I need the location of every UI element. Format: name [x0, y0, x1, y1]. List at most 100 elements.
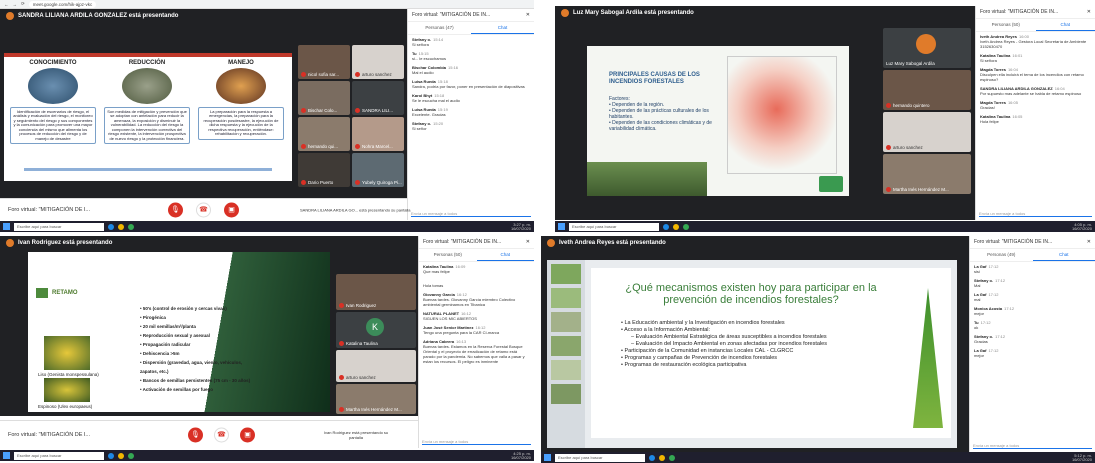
- close-icon[interactable]: ✕: [526, 239, 530, 245]
- slide-bullet: • Participación de la Comunidad en insta…: [621, 348, 901, 355]
- chat-input[interactable]: Envía un mensaje a todos: [422, 438, 531, 445]
- slide-bullet: • Programas de restauración ecológica pa…: [621, 362, 901, 369]
- taskbar-search[interactable]: Escribe aquí para buscar: [555, 453, 645, 462]
- tab-people[interactable]: Personas (50): [976, 19, 1036, 31]
- tab-chat[interactable]: Chat: [471, 22, 534, 34]
- slide-thumbnail[interactable]: [551, 384, 581, 404]
- chrome-icon[interactable]: [669, 454, 675, 461]
- folder-icon[interactable]: [673, 223, 679, 230]
- participant-tile[interactable]: Martha Inés Hernández M...: [336, 384, 416, 414]
- clock[interactable]: 3:27 p. m. 16/07/2020: [511, 222, 531, 231]
- chat-message: Stefany o. 17:12 Mal: [970, 276, 1095, 290]
- camera-toggle-button[interactable]: ▣: [240, 427, 255, 442]
- mic-toggle-button[interactable]: 🎙: [168, 202, 183, 217]
- plant-photo-2: [44, 378, 90, 402]
- back-icon[interactable]: ←: [4, 2, 9, 7]
- participant-tile[interactable]: hernando qui...: [298, 117, 350, 151]
- tab-people[interactable]: Personas (50): [419, 249, 477, 261]
- windows-start-icon[interactable]: [3, 223, 10, 230]
- meet-stage: Iveth Andrea Reyes está presentando ¿Qué…: [541, 236, 969, 452]
- mic-off-icon: [339, 375, 344, 380]
- tab-chat[interactable]: Chat: [1035, 19, 1095, 31]
- landscape-image: [28, 67, 78, 104]
- message-time: 17:12: [980, 320, 991, 325]
- tab-chat[interactable]: Chat: [1032, 249, 1095, 261]
- windows-start-icon[interactable]: [3, 452, 10, 459]
- message-time: 17:12: [988, 348, 999, 353]
- participant-tile[interactable]: arturo sanchez: [336, 350, 416, 382]
- bullet-text: Reproducción sexual y asexual: [142, 333, 210, 338]
- slide-thumbnail[interactable]: [551, 288, 581, 308]
- taskbar-search[interactable]: Escribe aquí para buscar: [14, 222, 104, 231]
- participant-tile[interactable]: Ivan Rodriguez: [336, 274, 416, 310]
- chrome-icon[interactable]: [683, 223, 689, 230]
- taskbar-search[interactable]: Escribe aquí para buscar: [569, 222, 659, 231]
- chat-message: Katalina Taulina 16:01 Si señora: [976, 51, 1095, 65]
- chat-message: Adriana Cabrera 16:13 Buenas tardes. Estam…: [419, 337, 534, 366]
- participant-tile[interactable]: K Katalina Taulina: [336, 312, 416, 348]
- chrome-icon[interactable]: [128, 223, 134, 230]
- message-text: Sandra, podría por favor, poner en prese…: [412, 84, 525, 89]
- slide-thumbnail[interactable]: [551, 360, 581, 380]
- participant-name: Martha Inés Hernández M...: [346, 407, 402, 412]
- close-icon[interactable]: ✕: [1087, 239, 1091, 245]
- participant-tile[interactable]: nicol sofia sar...: [298, 45, 350, 79]
- tab-people[interactable]: Personas (47): [408, 22, 471, 34]
- participant-tile[interactable]: Nohra Marcel...: [352, 117, 404, 151]
- tab-people[interactable]: Personas (49): [970, 249, 1033, 261]
- clock[interactable]: 4:25 p. m. 16/07/2020: [511, 451, 531, 460]
- edge-icon[interactable]: [649, 454, 655, 461]
- tab-chat[interactable]: Chat: [476, 249, 534, 261]
- folder-icon[interactable]: [118, 223, 124, 230]
- reload-icon[interactable]: ⟳: [21, 1, 25, 7]
- edge-icon[interactable]: [108, 223, 114, 230]
- hang-up-button[interactable]: ☎: [214, 427, 229, 442]
- participant-tile[interactable]: Yubely Quiroga Pi...: [352, 153, 404, 187]
- hang-up-button[interactable]: ☎: [196, 202, 211, 217]
- slide-thumbnail[interactable]: [551, 264, 581, 284]
- close-icon[interactable]: ✕: [1087, 9, 1091, 15]
- windows-start-icon[interactable]: [544, 454, 551, 461]
- participant-tile[interactable]: arturo sanchez: [883, 112, 971, 152]
- clock[interactable]: 4:05 p. m. 16/07/2020: [1072, 222, 1092, 231]
- meeting-name[interactable]: Foro virtual: "MITIGACIÓN DE I...: [8, 207, 90, 213]
- quadrant-4: Iveth Andrea Reyes está presentando ¿Qué…: [541, 236, 1095, 463]
- chat-panel: Foro virtual: "MITIGACIÓN DE IN... ✕ Pers…: [418, 236, 534, 448]
- participant-tile[interactable]: hernando quintero: [883, 70, 971, 110]
- close-icon[interactable]: ✕: [526, 12, 530, 18]
- edge-icon[interactable]: [108, 452, 114, 459]
- taskbar-search[interactable]: Escribe aquí para buscar: [14, 451, 104, 460]
- folder-icon[interactable]: [659, 454, 665, 461]
- slide-thumbnail[interactable]: [551, 312, 581, 332]
- chat-message: Luisa Rueda 15:19 Excelente. Gracias: [408, 105, 534, 119]
- clock[interactable]: 5:12 p. m. 16/07/2020: [1072, 453, 1092, 462]
- participant-tile[interactable]: Martha Inés Hernández M...: [883, 154, 971, 194]
- message-text: Gracias: [974, 339, 988, 344]
- participant-tile[interactable]: Dario Puerto: [298, 153, 350, 187]
- address-bar[interactable]: meet.google.com/hik-ajpz-vkc: [28, 0, 97, 8]
- participant-tile[interactable]: Luz Mary Sabogal Ardila: [883, 28, 971, 68]
- participant-tile[interactable]: arturo sanchez: [352, 45, 404, 79]
- column-text: Son medidas de mitigación y prevención q…: [104, 106, 190, 144]
- participant-tile[interactable]: Bischar Colo...: [298, 81, 350, 115]
- mic-toggle-button[interactable]: 🎙: [188, 427, 203, 442]
- participant-tile[interactable]: SANDRA LILI...: [352, 81, 404, 115]
- slide-thumbnail[interactable]: [551, 336, 581, 356]
- edge-icon[interactable]: [663, 223, 669, 230]
- meeting-title: Foro virtual: "MITIGACIÓN DE IN...: [412, 12, 491, 18]
- chat-input[interactable]: Envía un mensaje a todos: [411, 210, 531, 217]
- message-text: Excelente. Gracias: [412, 112, 446, 117]
- camera-toggle-button[interactable]: ▣: [224, 202, 239, 217]
- bullet-text: Participación de la Comunidad en instanc…: [624, 348, 794, 354]
- meet-stage: Luz Mary Sabogal Ardila está presentando…: [555, 6, 975, 220]
- windows-start-icon[interactable]: [558, 223, 565, 230]
- chat-input[interactable]: Envía un mensaje a todos: [973, 442, 1092, 449]
- chrome-icon[interactable]: [128, 452, 134, 459]
- forward-icon[interactable]: →: [13, 2, 18, 7]
- chat-input[interactable]: Envía un mensaje a todos: [979, 210, 1092, 217]
- message-time: 17:12: [988, 292, 999, 297]
- chat-message: Karol Bhyt 15:18 Se le escucha mal el audi…: [408, 91, 534, 105]
- folder-icon[interactable]: [118, 452, 124, 459]
- bullet-text: La Educación ambiental y la Investigació…: [624, 320, 785, 326]
- meeting-name[interactable]: Foro virtual: "MITIGACIÓN DE I...: [8, 432, 90, 438]
